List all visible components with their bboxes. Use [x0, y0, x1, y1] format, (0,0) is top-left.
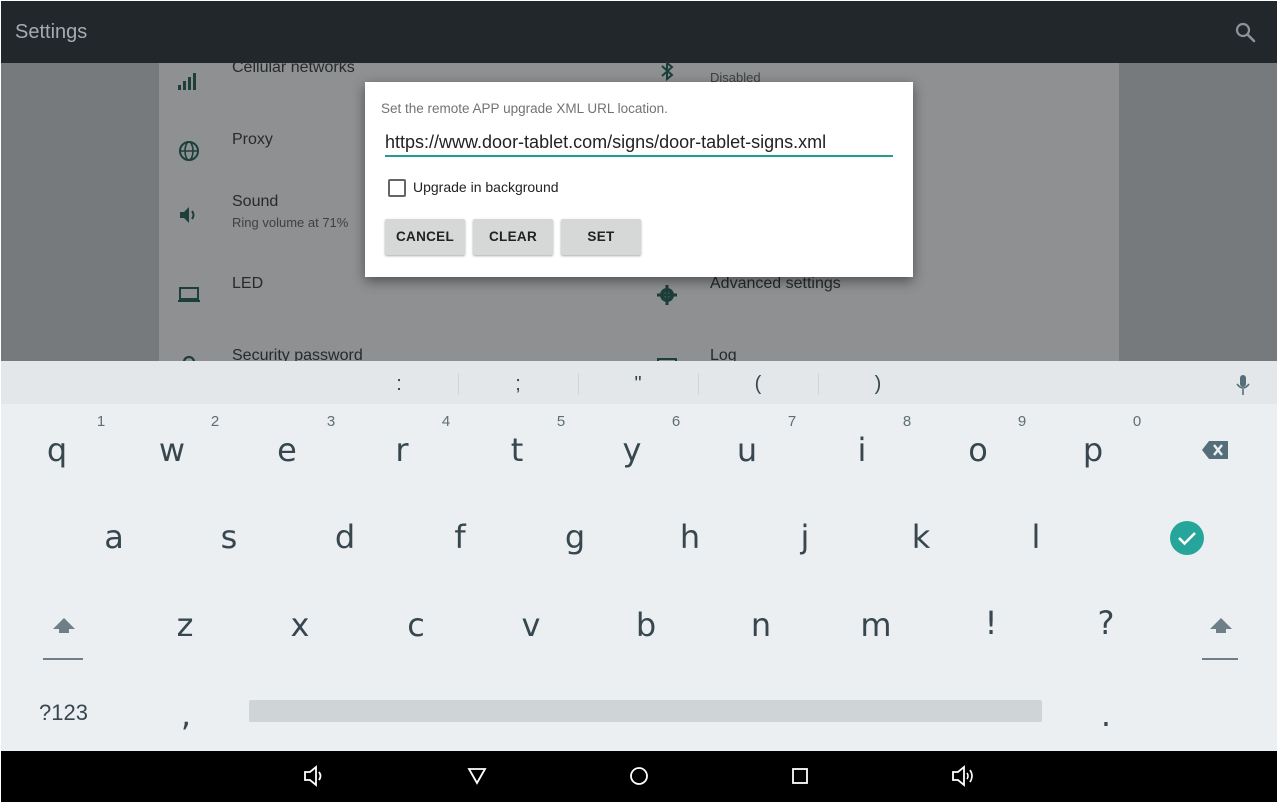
key-u[interactable]: u: [717, 431, 777, 469]
url-dialog: Set the remote APP upgrade XML URL locat…: [365, 82, 913, 277]
key-period[interactable]: .: [1076, 696, 1136, 734]
signal-icon: [178, 73, 196, 90]
enter-check-icon[interactable]: [1169, 520, 1205, 556]
key-hint: 5: [556, 413, 566, 430]
key-y[interactable]: y: [602, 431, 662, 469]
key-h[interactable]: h: [660, 518, 720, 556]
bluetooth-icon: [661, 60, 674, 82]
key-hint: 0: [1132, 413, 1142, 430]
setting-label: Sound: [232, 193, 279, 210]
key-k[interactable]: k: [891, 518, 951, 556]
key-exclamation[interactable]: !: [961, 604, 1021, 642]
dialog-message: Set the remote APP upgrade XML URL locat…: [381, 101, 668, 116]
key-n[interactable]: n: [731, 606, 791, 644]
key-o[interactable]: o: [948, 431, 1008, 469]
key-i[interactable]: i: [832, 431, 892, 469]
key-hint: 8: [902, 413, 912, 430]
setting-label: Advanced settings: [710, 275, 841, 292]
divider: [818, 373, 819, 395]
recents-icon[interactable]: [788, 764, 812, 788]
search-icon[interactable]: [1233, 20, 1257, 44]
key-c[interactable]: c: [386, 606, 446, 644]
key-hint: 6: [671, 413, 681, 430]
clear-button[interactable]: CLEAR: [473, 219, 553, 255]
app-bar: Settings: [1, 1, 1277, 63]
laptop-icon: [178, 287, 200, 302]
key-g[interactable]: g: [545, 518, 605, 556]
key-a[interactable]: a: [84, 518, 144, 556]
setting-label: LED: [232, 275, 264, 292]
set-button[interactable]: SET: [561, 219, 641, 255]
microphone-icon[interactable]: [1235, 374, 1251, 396]
suggestion-colon[interactable]: :: [379, 373, 419, 396]
key-l[interactable]: l: [1006, 518, 1066, 556]
volume-icon: [180, 207, 195, 223]
key-q[interactable]: q: [27, 431, 87, 469]
key-hint: 9: [1017, 413, 1027, 430]
checkbox-label: Upgrade in background: [413, 179, 559, 195]
key-w[interactable]: w: [142, 431, 202, 469]
key-b[interactable]: b: [616, 606, 676, 644]
key-f[interactable]: f: [430, 518, 490, 556]
key-s[interactable]: s: [199, 518, 259, 556]
screen: Settings Cellular networks Proxy Sound R…: [1, 1, 1277, 802]
shift-left-icon[interactable]: [51, 617, 77, 633]
spacebar[interactable]: [249, 700, 1042, 722]
gear-icon: [657, 285, 677, 305]
key-v[interactable]: v: [501, 606, 561, 644]
shift-right-icon[interactable]: [1208, 617, 1234, 633]
volume-up-icon[interactable]: [951, 764, 975, 788]
suggestion-close-paren[interactable]: ): [858, 373, 898, 396]
divider: [698, 373, 699, 395]
key-question[interactable]: ?: [1076, 604, 1136, 642]
key-x[interactable]: x: [270, 606, 330, 644]
globe-icon: [179, 141, 199, 161]
system-nav-bar: [1, 751, 1277, 802]
suggestion-quote[interactable]: ": [618, 373, 658, 396]
setting-label: Cellular networks: [232, 59, 355, 76]
key-m[interactable]: m: [846, 606, 906, 644]
setting-sublabel: Ring volume at 71%: [232, 215, 349, 230]
upgrade-background-checkbox[interactable]: [388, 179, 406, 197]
backspace-icon[interactable]: [1201, 440, 1229, 460]
key-e[interactable]: e: [257, 431, 317, 469]
shift-underline: [1202, 658, 1238, 660]
key-r[interactable]: r: [372, 431, 432, 469]
url-input[interactable]: [385, 129, 893, 157]
key-hint: 7: [787, 413, 797, 430]
key-j[interactable]: j: [775, 518, 835, 556]
key-t[interactable]: t: [487, 431, 547, 469]
divider: [578, 373, 579, 395]
divider: [458, 373, 459, 395]
setting-led[interactable]: LED: [177, 273, 477, 317]
suggestion-open-paren[interactable]: (: [738, 373, 778, 396]
shift-underline: [43, 658, 83, 660]
symbols-key[interactable]: ?123: [39, 700, 88, 726]
soft-keyboard: : ; " ( ) 1 2 3 4 5 6 7 8 9 0 q w e r t …: [1, 361, 1277, 751]
volume-down-icon[interactable]: [302, 764, 326, 788]
key-hint: 2: [210, 413, 220, 430]
back-icon[interactable]: [465, 764, 489, 788]
setting-label: Proxy: [232, 131, 273, 148]
suggestion-semicolon[interactable]: ;: [498, 373, 538, 396]
page-title: Settings: [15, 21, 88, 43]
key-z[interactable]: z: [155, 606, 215, 644]
key-hint: 4: [441, 413, 451, 430]
home-icon[interactable]: [627, 764, 651, 788]
key-hint: 3: [326, 413, 336, 430]
key-p[interactable]: p: [1063, 431, 1123, 469]
suggestion-bar: : ; " ( ): [1, 361, 1277, 404]
key-comma[interactable]: ,: [156, 696, 216, 734]
key-d[interactable]: d: [315, 518, 375, 556]
key-hint: 1: [96, 413, 106, 430]
setting-advanced[interactable]: Advanced settings: [655, 273, 955, 317]
cancel-button[interactable]: CANCEL: [385, 219, 465, 255]
